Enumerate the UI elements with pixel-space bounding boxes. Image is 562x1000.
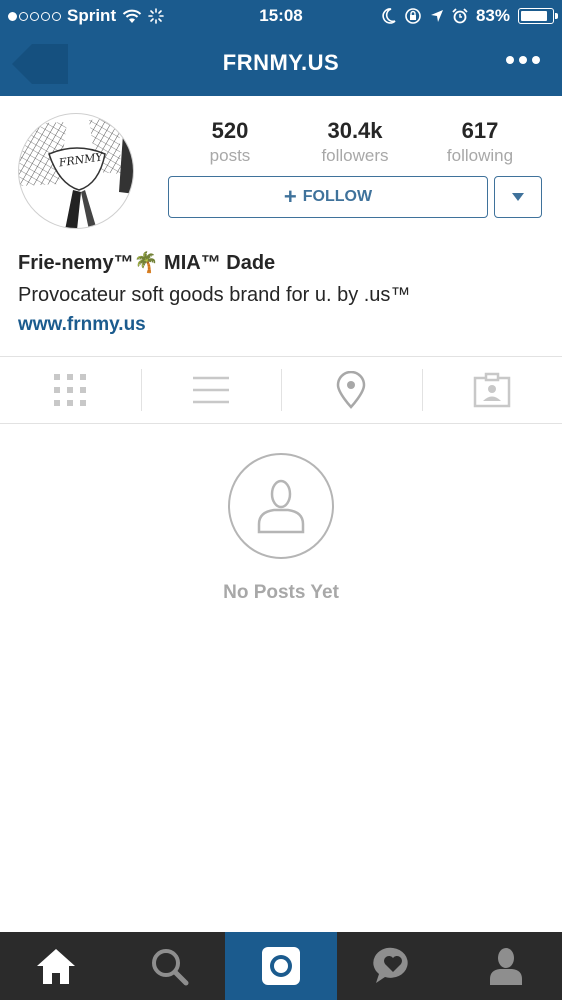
posts-stat[interactable]: 520 posts <box>168 118 292 166</box>
posts-label: posts <box>209 146 251 165</box>
followers-stat[interactable]: 30.4k followers <box>293 118 417 166</box>
empty-state-avatar <box>228 453 334 559</box>
nav-activity[interactable] <box>337 932 449 1000</box>
moon-icon <box>382 8 396 24</box>
camera-icon <box>262 947 301 985</box>
person-icon <box>257 479 305 534</box>
list-icon <box>192 376 229 404</box>
location-arrow-icon <box>430 10 443 22</box>
heart-bubble-icon <box>373 947 409 983</box>
tab-grid[interactable] <box>0 357 141 423</box>
profile-icon <box>489 948 522 985</box>
tab-list[interactable] <box>140 357 282 423</box>
more-dots-icon <box>506 56 514 64</box>
page-title: FRNMY.US <box>222 50 340 75</box>
top-bar: Sprint 15:08 83% FRNMY.US <box>0 0 562 96</box>
frnmy-logo-image: FRNMY <box>19 118 133 228</box>
nav-search[interactable] <box>112 932 224 1000</box>
battery-percent: 83% <box>475 6 510 25</box>
search-icon <box>151 949 189 986</box>
tab-tagged[interactable] <box>421 357 562 423</box>
status-bar: Sprint 15:08 83% <box>0 0 562 32</box>
following-stat[interactable]: 617 following <box>418 118 542 166</box>
profile-bio: Provocateur soft goods brand for u. by .… <box>18 284 411 306</box>
nav-profile[interactable] <box>450 932 562 1000</box>
tagged-person-icon <box>473 372 510 408</box>
profile-view-tabs <box>0 356 562 424</box>
suggested-dropdown-button[interactable] <box>494 176 542 218</box>
following-count: 617 <box>461 118 499 143</box>
grid-icon <box>54 374 87 406</box>
profile-website-link[interactable]: www.frnmy.us <box>18 314 146 336</box>
follow-button[interactable]: + FOLLOW <box>168 176 488 218</box>
caret-down-icon <box>512 193 524 201</box>
plus-icon: + <box>283 184 297 209</box>
followers-count: 30.4k <box>327 118 383 143</box>
profile-name: Frie-nemy™🌴 MIA™ Dade <box>18 252 276 274</box>
profile-stats: 520 posts 30.4k followers 617 following <box>168 118 542 166</box>
location-pin-icon <box>336 371 366 409</box>
following-label: following <box>446 146 514 165</box>
alarm-icon <box>452 8 468 24</box>
more-options-button[interactable] <box>506 56 540 64</box>
empty-state-message: No Posts Yet <box>223 582 339 603</box>
tab-map[interactable] <box>281 357 422 423</box>
bottom-nav-bar <box>0 932 562 1000</box>
nav-camera[interactable] <box>224 932 338 1000</box>
posts-count: 520 <box>211 118 249 143</box>
follow-label: FOLLOW <box>302 188 373 205</box>
nav-home[interactable] <box>0 932 112 1000</box>
rotation-lock-icon <box>405 8 421 24</box>
home-icon <box>37 949 76 984</box>
navigation-bar: FRNMY.US <box>0 32 562 96</box>
battery-icon <box>518 8 558 24</box>
followers-label: followers <box>321 146 389 165</box>
avatar[interactable]: FRNMY <box>18 113 134 229</box>
